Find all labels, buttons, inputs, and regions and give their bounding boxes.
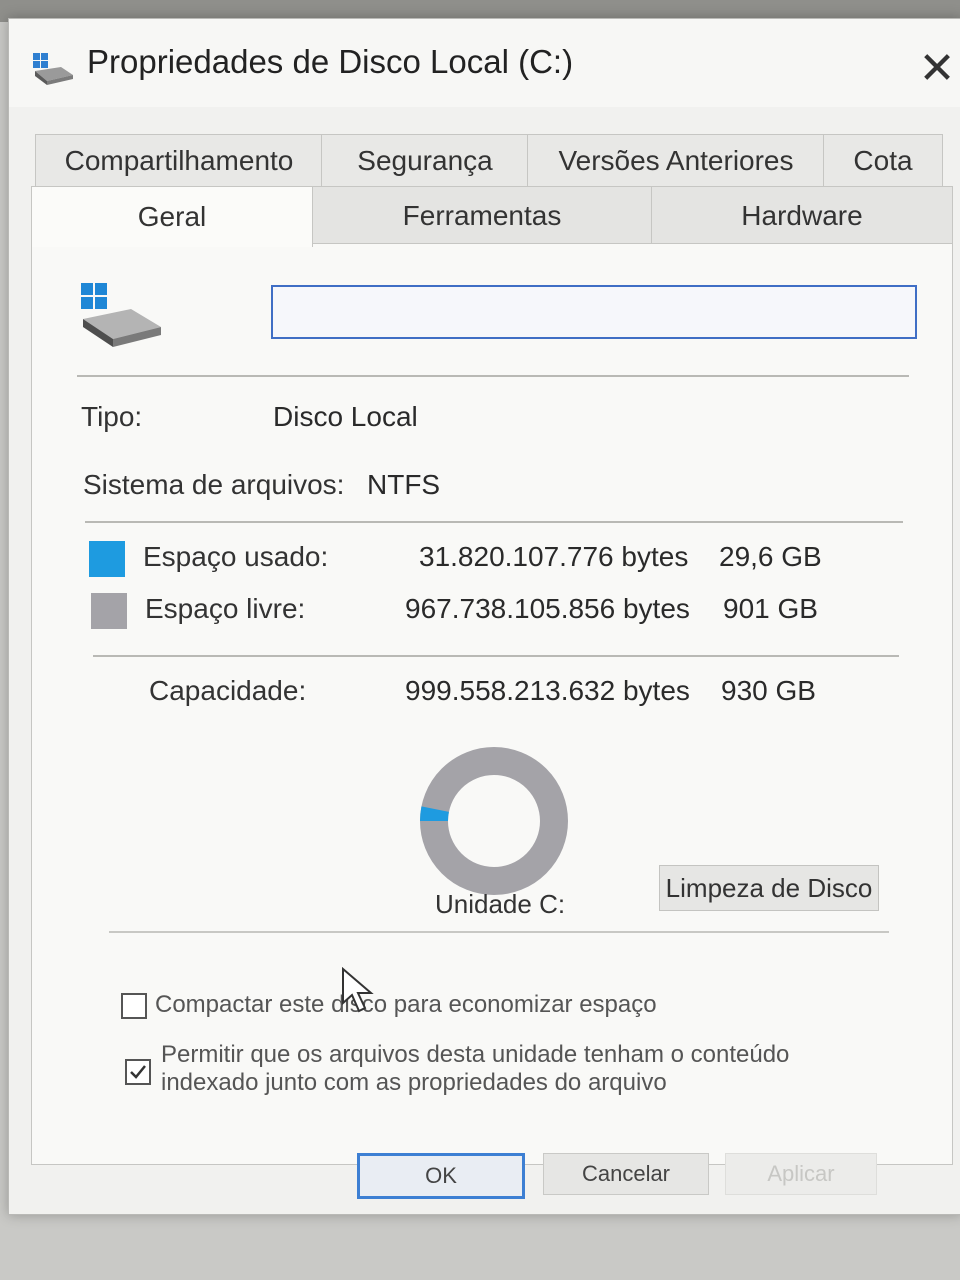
filesystem-label: Sistema de arquivos: xyxy=(83,469,345,500)
volume-label-input[interactable] xyxy=(271,285,917,339)
type-value: Disco Local xyxy=(273,401,418,432)
free-space-label: Espaço livre: xyxy=(145,593,306,624)
tab-ferramentas[interactable]: Ferramentas xyxy=(311,186,653,246)
tab-geral[interactable]: Geral xyxy=(31,186,313,247)
type-label: Tipo: xyxy=(81,401,143,432)
disk-cleanup-button[interactable]: Limpeza de Disco xyxy=(659,865,879,911)
filesystem-value: NTFS xyxy=(367,469,441,500)
title-bar: Propriedades de Disco Local (C:) ✕ xyxy=(9,19,960,107)
properties-dialog: Propriedades de Disco Local (C:) ✕ Compa… xyxy=(8,18,960,1215)
window-title: Propriedades de Disco Local (C:) xyxy=(87,43,574,80)
separator xyxy=(85,521,903,523)
free-space-bytes: 967.738.105.856 bytes xyxy=(405,593,690,624)
used-space-size: 29,6 GB xyxy=(719,541,822,572)
used-space-color-swatch xyxy=(89,541,125,577)
capacity-label: Capacidade: xyxy=(149,675,307,706)
tab-cota[interactable]: Cota xyxy=(823,134,943,187)
disk-usage-donut xyxy=(420,747,568,895)
donut-free-ring xyxy=(420,747,568,895)
separator xyxy=(93,655,899,657)
close-button[interactable]: ✕ xyxy=(913,47,960,95)
compress-label: Compactar este disco para economizar esp… xyxy=(155,991,657,1018)
drive-icon xyxy=(33,53,73,85)
checkmark-icon xyxy=(130,1065,146,1079)
drive-letter-label: Unidade C: xyxy=(435,889,566,919)
separator xyxy=(109,931,889,933)
index-label-line2: indexado junto com as propriedades do ar… xyxy=(161,1069,667,1096)
index-checkbox[interactable] xyxy=(125,1059,151,1085)
tab-versoes-anteriores[interactable]: Versões Anteriores xyxy=(527,134,825,187)
mouse-pointer-icon xyxy=(342,967,374,1013)
tab-seguranca[interactable]: Segurança xyxy=(321,134,529,187)
free-space-color-swatch xyxy=(91,593,127,629)
capacity-bytes: 999.558.213.632 bytes xyxy=(405,675,690,706)
ok-button[interactable]: OK xyxy=(357,1153,525,1199)
compress-checkbox[interactable] xyxy=(121,993,147,1019)
used-space-label: Espaço usado: xyxy=(143,541,329,572)
index-label-line1: Permitir que os arquivos desta unidade t… xyxy=(161,1041,790,1068)
capacity-size: 930 GB xyxy=(721,675,816,706)
separator xyxy=(77,375,909,377)
tab-hardware[interactable]: Hardware xyxy=(651,186,953,246)
used-space-bytes: 31.820.107.776 bytes xyxy=(419,541,689,572)
free-space-size: 901 GB xyxy=(723,593,818,624)
tab-compartilhamento[interactable]: Compartilhamento xyxy=(35,134,323,187)
cancel-button[interactable]: Cancelar xyxy=(543,1153,709,1195)
apply-button[interactable]: Aplicar xyxy=(725,1153,877,1195)
windows-drive-icon xyxy=(81,283,161,347)
